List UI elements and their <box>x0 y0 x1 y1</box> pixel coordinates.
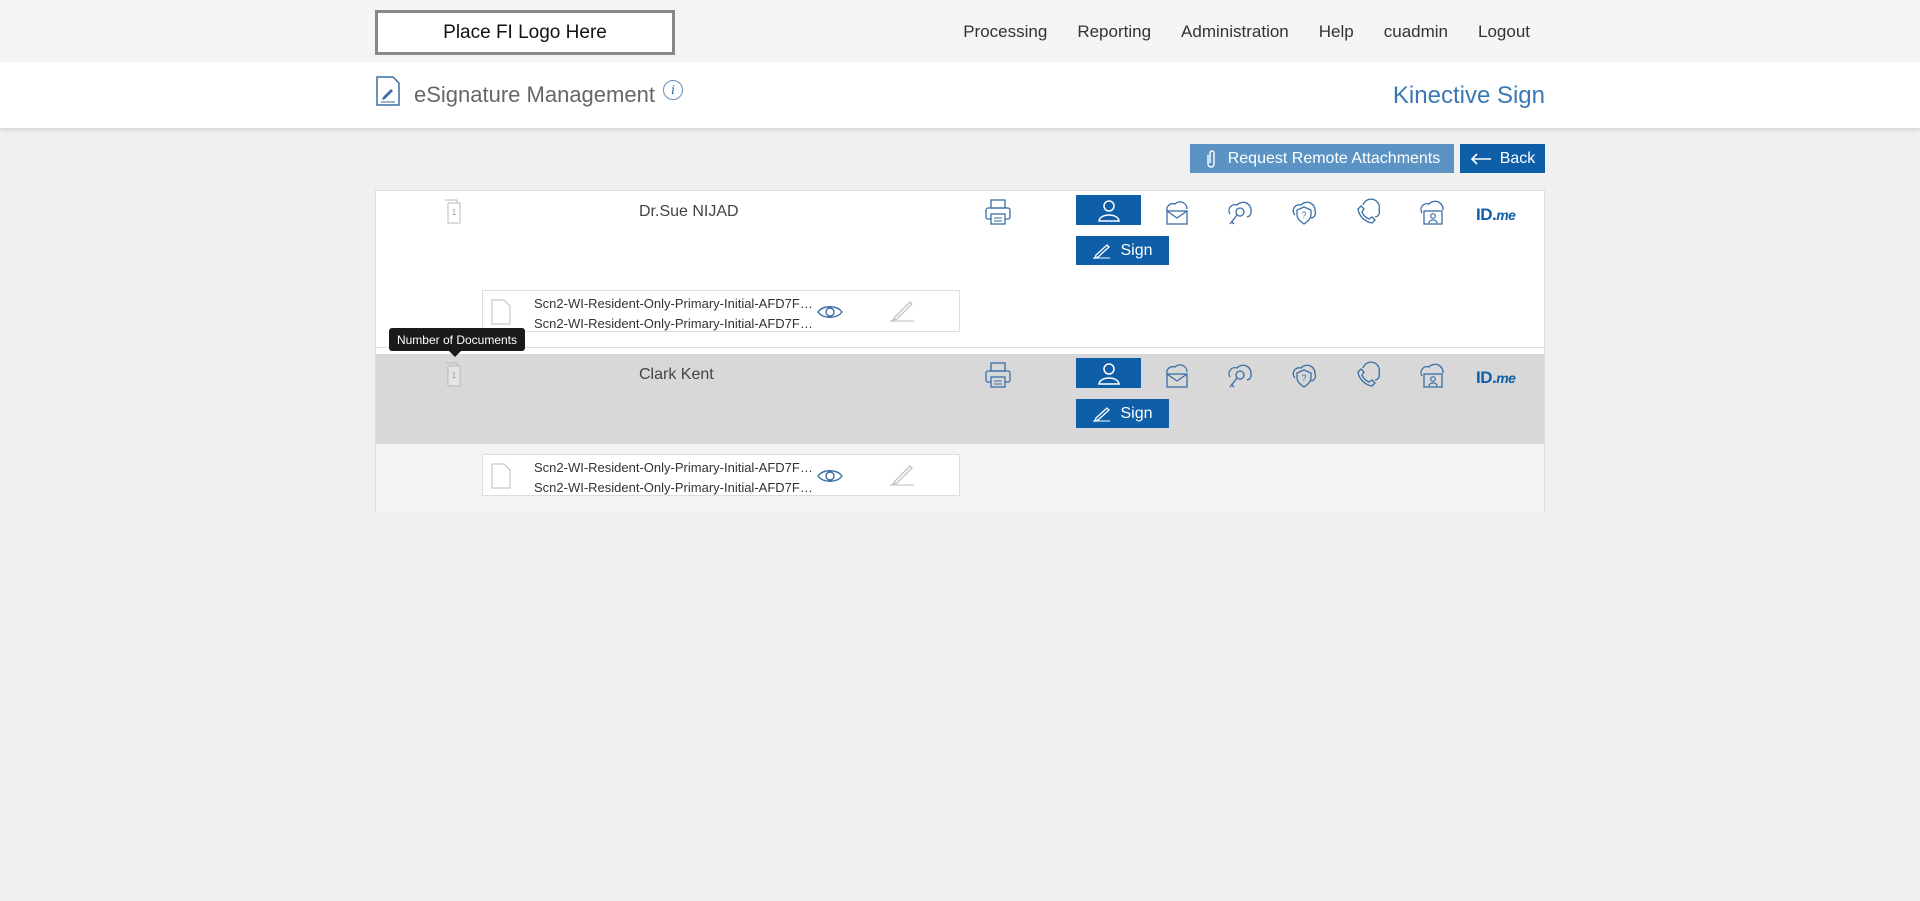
nav-reporting[interactable]: Reporting <box>1077 22 1151 42</box>
pen-icon[interactable] <box>888 462 916 488</box>
pen-icon[interactable] <box>888 298 916 324</box>
signer-name: Clark Kent <box>639 366 714 383</box>
page-header: eSignature Management i Kinective Sign <box>0 62 1920 128</box>
signer-row: 1 Clark Kent ? ID.me Sign Scn2-WI-Reside… <box>376 354 1544 512</box>
file-icon <box>491 463 511 489</box>
document-names: Scn2-WI-Resident-Only-Primary-Initial-AF… <box>534 294 818 334</box>
cloud-question-icon[interactable]: ? <box>1289 360 1319 390</box>
nav-logout[interactable]: Logout <box>1478 22 1530 42</box>
sign-label: Sign <box>1120 404 1153 422</box>
document-edit-icon <box>376 76 400 106</box>
page-title: eSignature Management <box>414 82 655 107</box>
nav-processing[interactable]: Processing <box>963 22 1047 42</box>
signer-name: Dr.Sue NIJAD <box>639 203 739 220</box>
pen-icon <box>1093 243 1111 259</box>
document-item: Scn2-WI-Resident-Only-Primary-Initial-AF… <box>482 290 960 332</box>
svg-text:?: ? <box>1301 210 1306 220</box>
svg-text:1: 1 <box>452 208 457 217</box>
document-item: Scn2-WI-Resident-Only-Primary-Initial-AF… <box>482 454 960 496</box>
sign-button[interactable]: Sign <box>1076 236 1169 265</box>
file-icon <box>491 299 511 325</box>
cloud-email-icon[interactable] <box>1161 360 1191 390</box>
document-count-icon[interactable]: 1 <box>444 362 464 388</box>
document-name: Scn2-WI-Resident-Only-Primary-Initial-AF… <box>534 296 818 311</box>
document-name: Scn2-WI-Resident-Only-Primary-Initial-AF… <box>534 316 818 331</box>
cloud-phone-icon[interactable] <box>1353 197 1383 227</box>
back-label: Back <box>1499 149 1536 167</box>
cloud-email-icon[interactable] <box>1161 197 1191 227</box>
request-remote-attachments-label: Request Remote Attachments <box>1227 149 1441 167</box>
signers-panel: 1 Dr.Sue NIJAD ? ID.me Sign Scn2-WI-Resi… <box>375 190 1545 512</box>
svg-text:1: 1 <box>452 371 457 380</box>
document-name: Scn2-WI-Resident-Only-Primary-Initial-AF… <box>534 480 818 495</box>
brand-title: Kinective Sign <box>1392 82 1545 109</box>
cloud-key-icon[interactable] <box>1225 360 1255 390</box>
request-remote-attachments-button[interactable]: Request Remote Attachments <box>1190 144 1454 173</box>
eye-icon[interactable] <box>816 467 844 485</box>
svg-text:?: ? <box>1301 373 1306 383</box>
main-nav: Processing Reporting Administration Help… <box>963 22 1530 42</box>
cloud-id-card-icon[interactable] <box>1417 360 1447 390</box>
sign-label: Sign <box>1120 241 1153 259</box>
eye-icon[interactable] <box>816 303 844 321</box>
document-names: Scn2-WI-Resident-Only-Primary-Initial-AF… <box>534 458 818 498</box>
pen-icon <box>1093 406 1111 422</box>
nav-user[interactable]: cuadmin <box>1384 22 1448 42</box>
auth-in-person-button[interactable] <box>1076 358 1141 388</box>
auth-in-person-button[interactable] <box>1076 195 1141 225</box>
arrow-left-icon <box>1470 152 1491 165</box>
printer-icon[interactable] <box>984 198 1012 226</box>
nav-administration[interactable]: Administration <box>1181 22 1289 42</box>
info-icon[interactable]: i <box>663 80 683 100</box>
fi-logo-placeholder: Place FI Logo Here <box>375 10 675 55</box>
idme-logo[interactable]: ID.me <box>1476 368 1516 388</box>
back-button[interactable]: Back <box>1460 144 1545 173</box>
document-count-icon[interactable]: 1 <box>444 199 464 225</box>
person-icon <box>1097 200 1120 222</box>
person-icon <box>1097 363 1120 385</box>
signer-row: 1 Dr.Sue NIJAD ? ID.me Sign Scn2-WI-Resi… <box>376 191 1544 348</box>
tooltip-number-of-documents: Number of Documents <box>389 328 525 357</box>
sign-button[interactable]: Sign <box>1076 399 1169 428</box>
nav-help[interactable]: Help <box>1319 22 1354 42</box>
cloud-id-card-icon[interactable] <box>1417 197 1447 227</box>
cloud-phone-icon[interactable] <box>1353 360 1383 390</box>
printer-icon[interactable] <box>984 361 1012 389</box>
paperclip-icon <box>1207 149 1215 168</box>
cloud-key-icon[interactable] <box>1225 197 1255 227</box>
document-name: Scn2-WI-Resident-Only-Primary-Initial-AF… <box>534 460 818 475</box>
top-bar: Place FI Logo Here Processing Reporting … <box>0 0 1920 62</box>
idme-logo[interactable]: ID.me <box>1476 205 1516 225</box>
cloud-question-icon[interactable]: ? <box>1289 197 1319 227</box>
